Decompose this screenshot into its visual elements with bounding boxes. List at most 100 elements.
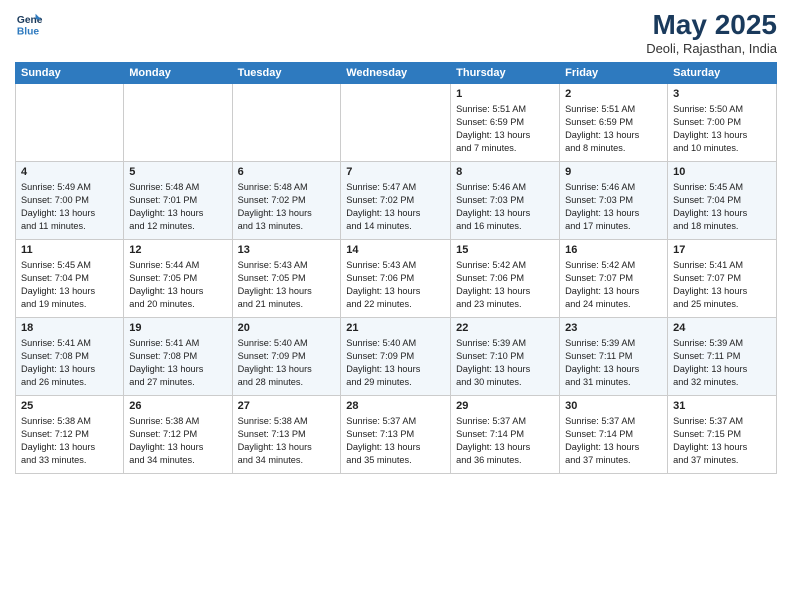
day-cell: 31Sunrise: 5:37 AMSunset: 7:15 PMDayligh… bbox=[668, 395, 777, 473]
day-info: Daylight: 13 hours bbox=[21, 285, 118, 298]
day-info: Sunrise: 5:47 AM bbox=[346, 181, 445, 194]
day-cell: 10Sunrise: 5:45 AMSunset: 7:04 PMDayligh… bbox=[668, 161, 777, 239]
day-info: Sunrise: 5:37 AM bbox=[565, 415, 662, 428]
day-info: Sunset: 6:59 PM bbox=[456, 116, 554, 129]
day-info: and 34 minutes. bbox=[129, 454, 226, 467]
day-cell: 22Sunrise: 5:39 AMSunset: 7:10 PMDayligh… bbox=[451, 317, 560, 395]
day-info: Sunrise: 5:48 AM bbox=[129, 181, 226, 194]
day-info: Sunset: 7:12 PM bbox=[129, 428, 226, 441]
day-info: and 13 minutes. bbox=[238, 220, 336, 233]
day-info: Sunrise: 5:38 AM bbox=[21, 415, 118, 428]
day-info: Sunset: 7:07 PM bbox=[565, 272, 662, 285]
day-number: 12 bbox=[129, 243, 226, 258]
day-info: and 26 minutes. bbox=[21, 376, 118, 389]
day-info: Sunset: 7:03 PM bbox=[565, 194, 662, 207]
day-info: and 35 minutes. bbox=[346, 454, 445, 467]
day-info: Sunset: 7:14 PM bbox=[456, 428, 554, 441]
day-number: 29 bbox=[456, 399, 554, 414]
day-info: and 36 minutes. bbox=[456, 454, 554, 467]
day-info: and 28 minutes. bbox=[238, 376, 336, 389]
day-number: 19 bbox=[129, 321, 226, 336]
day-info: Daylight: 13 hours bbox=[456, 285, 554, 298]
day-info: Sunset: 7:07 PM bbox=[673, 272, 771, 285]
day-cell: 30Sunrise: 5:37 AMSunset: 7:14 PMDayligh… bbox=[560, 395, 668, 473]
day-info: and 37 minutes. bbox=[565, 454, 662, 467]
day-cell: 25Sunrise: 5:38 AMSunset: 7:12 PMDayligh… bbox=[16, 395, 124, 473]
day-info: Sunset: 7:06 PM bbox=[346, 272, 445, 285]
day-info: Daylight: 13 hours bbox=[565, 363, 662, 376]
day-number: 8 bbox=[456, 165, 554, 180]
day-info: Daylight: 13 hours bbox=[565, 285, 662, 298]
day-info: and 37 minutes. bbox=[673, 454, 771, 467]
day-number: 31 bbox=[673, 399, 771, 414]
day-number: 26 bbox=[129, 399, 226, 414]
day-info: Sunset: 7:15 PM bbox=[673, 428, 771, 441]
logo-icon: General Blue bbox=[15, 10, 43, 38]
day-info: Sunrise: 5:49 AM bbox=[21, 181, 118, 194]
day-info: Daylight: 13 hours bbox=[346, 207, 445, 220]
day-info: Daylight: 13 hours bbox=[673, 207, 771, 220]
day-info: and 23 minutes. bbox=[456, 298, 554, 311]
calendar-table: Sunday Monday Tuesday Wednesday Thursday… bbox=[15, 62, 777, 474]
day-number: 20 bbox=[238, 321, 336, 336]
day-info: Sunset: 7:11 PM bbox=[565, 350, 662, 363]
day-number: 23 bbox=[565, 321, 662, 336]
day-cell: 21Sunrise: 5:40 AMSunset: 7:09 PMDayligh… bbox=[341, 317, 451, 395]
day-info: Sunset: 7:05 PM bbox=[129, 272, 226, 285]
day-info: Sunset: 7:10 PM bbox=[456, 350, 554, 363]
day-info: Sunrise: 5:37 AM bbox=[673, 415, 771, 428]
day-cell: 1Sunrise: 5:51 AMSunset: 6:59 PMDaylight… bbox=[451, 83, 560, 161]
week-row-2: 4Sunrise: 5:49 AMSunset: 7:00 PMDaylight… bbox=[16, 161, 777, 239]
svg-text:Blue: Blue bbox=[17, 26, 40, 37]
day-number: 6 bbox=[238, 165, 336, 180]
day-cell: 8Sunrise: 5:46 AMSunset: 7:03 PMDaylight… bbox=[451, 161, 560, 239]
col-wednesday: Wednesday bbox=[341, 62, 451, 83]
day-info: Daylight: 13 hours bbox=[238, 441, 336, 454]
day-info: Daylight: 13 hours bbox=[673, 363, 771, 376]
day-info: Daylight: 13 hours bbox=[346, 363, 445, 376]
day-info: Daylight: 13 hours bbox=[238, 363, 336, 376]
day-info: Sunrise: 5:46 AM bbox=[456, 181, 554, 194]
day-info: Sunrise: 5:45 AM bbox=[21, 259, 118, 272]
day-number: 14 bbox=[346, 243, 445, 258]
col-tuesday: Tuesday bbox=[232, 62, 341, 83]
day-info: and 25 minutes. bbox=[673, 298, 771, 311]
header: General Blue General Blue May 2025 Deoli… bbox=[15, 10, 777, 56]
day-info: and 12 minutes. bbox=[129, 220, 226, 233]
day-info: and 14 minutes. bbox=[346, 220, 445, 233]
day-info: and 31 minutes. bbox=[565, 376, 662, 389]
day-info: and 34 minutes. bbox=[238, 454, 336, 467]
day-cell: 27Sunrise: 5:38 AMSunset: 7:13 PMDayligh… bbox=[232, 395, 341, 473]
day-info: Sunrise: 5:42 AM bbox=[565, 259, 662, 272]
day-info: Daylight: 13 hours bbox=[129, 441, 226, 454]
day-info: and 27 minutes. bbox=[129, 376, 226, 389]
day-number: 24 bbox=[673, 321, 771, 336]
day-info: Sunrise: 5:44 AM bbox=[129, 259, 226, 272]
day-cell: 15Sunrise: 5:42 AMSunset: 7:06 PMDayligh… bbox=[451, 239, 560, 317]
day-info: Sunrise: 5:43 AM bbox=[238, 259, 336, 272]
day-info: Sunset: 7:06 PM bbox=[456, 272, 554, 285]
day-cell: 16Sunrise: 5:42 AMSunset: 7:07 PMDayligh… bbox=[560, 239, 668, 317]
month-year: May 2025 bbox=[646, 10, 777, 41]
day-number: 18 bbox=[21, 321, 118, 336]
day-info: Sunrise: 5:37 AM bbox=[456, 415, 554, 428]
title-block: May 2025 Deoli, Rajasthan, India bbox=[646, 10, 777, 56]
day-cell bbox=[341, 83, 451, 161]
day-info: Daylight: 13 hours bbox=[129, 285, 226, 298]
day-number: 7 bbox=[346, 165, 445, 180]
week-row-3: 11Sunrise: 5:45 AMSunset: 7:04 PMDayligh… bbox=[16, 239, 777, 317]
day-info: Sunrise: 5:40 AM bbox=[238, 337, 336, 350]
day-info: Sunrise: 5:40 AM bbox=[346, 337, 445, 350]
day-info: Sunset: 7:04 PM bbox=[673, 194, 771, 207]
day-info: Sunset: 7:09 PM bbox=[238, 350, 336, 363]
day-cell: 11Sunrise: 5:45 AMSunset: 7:04 PMDayligh… bbox=[16, 239, 124, 317]
day-info: Sunset: 7:03 PM bbox=[456, 194, 554, 207]
day-info: Daylight: 13 hours bbox=[673, 441, 771, 454]
day-cell: 12Sunrise: 5:44 AMSunset: 7:05 PMDayligh… bbox=[124, 239, 232, 317]
day-cell: 20Sunrise: 5:40 AMSunset: 7:09 PMDayligh… bbox=[232, 317, 341, 395]
day-info: Sunrise: 5:37 AM bbox=[346, 415, 445, 428]
day-info: Sunrise: 5:48 AM bbox=[238, 181, 336, 194]
day-info: and 18 minutes. bbox=[673, 220, 771, 233]
day-number: 5 bbox=[129, 165, 226, 180]
day-cell: 23Sunrise: 5:39 AMSunset: 7:11 PMDayligh… bbox=[560, 317, 668, 395]
